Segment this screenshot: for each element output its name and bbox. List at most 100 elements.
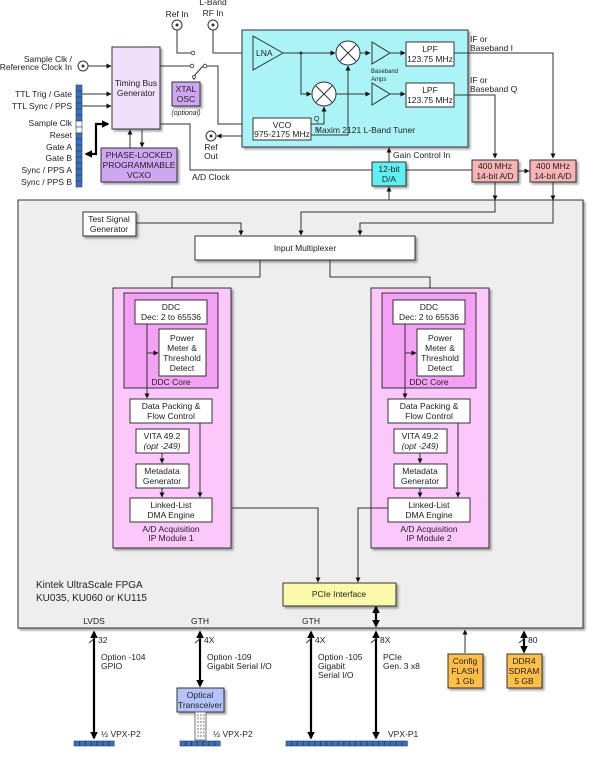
- svg-text:Config: Config: [453, 656, 478, 666]
- svg-text:14-bit A/D: 14-bit A/D: [534, 171, 571, 181]
- gate-label-gate-b: Gate B: [46, 153, 73, 163]
- connector-pin: [202, 740, 209, 747]
- connector-pin: [75, 114, 83, 122]
- svg-text:DDC Core: DDC Core: [151, 377, 190, 387]
- config-flash: Config FLASH 1 Gb: [447, 653, 484, 689]
- connector-pin: [75, 120, 83, 128]
- vpx-p1-connector[interactable]: [285, 740, 408, 747]
- connector-pin: [332, 740, 339, 747]
- svg-text:975-2175 MHz: 975-2175 MHz: [254, 129, 310, 139]
- out-i-label-line2: Baseband I: [470, 43, 513, 53]
- svg-text:Flow Control: Flow Control: [405, 411, 453, 421]
- acquisition-module-2: DDCDec: 2 to 65536PowerMeter &ThresholdD…: [370, 287, 490, 549]
- svg-text:D/A: D/A: [382, 174, 397, 184]
- svg-text:Power: Power: [170, 333, 194, 343]
- svg-text:(opt -249): (opt -249): [402, 441, 439, 451]
- timing-bus-generator: Timing Bus Generator: [111, 46, 161, 130]
- connector-pin: [314, 740, 321, 747]
- svg-text:I: I: [317, 127, 319, 134]
- lband-rf-in-connector[interactable]: L-Band RF In: [199, 0, 227, 31]
- fpga-title-line1: Kintek UltraScale FPGA: [36, 580, 143, 591]
- connector-pin: [285, 740, 292, 747]
- connector-pin: [75, 108, 83, 116]
- connector-pin: [75, 138, 83, 146]
- connector-pin: [75, 126, 83, 134]
- connector-pin: [303, 740, 310, 747]
- svg-text:Data Packing &: Data Packing &: [142, 401, 201, 411]
- fpga-block: Kintek UltraScale FPGA KU035, KU060 or K…: [17, 199, 584, 629]
- svg-text:Generator: Generator: [143, 476, 181, 486]
- connector-pin: [75, 144, 83, 152]
- connector-pin: [326, 740, 333, 747]
- connector-pin: [214, 740, 221, 747]
- svg-text:32: 32: [98, 635, 108, 645]
- connector-pin: [96, 740, 103, 747]
- connector-pin: [349, 740, 356, 747]
- adc-2: 400 MHz 14-bit A/D: [529, 159, 577, 183]
- input-multiplexer: Input Multiplexer: [194, 235, 416, 261]
- gate-label-sync-a: Sync / PPS A: [21, 165, 72, 175]
- vpx-p1-label: VPX-P1: [388, 729, 419, 739]
- svg-text:VITA 49.2: VITA 49.2: [144, 431, 181, 441]
- connector-pin: [197, 740, 204, 747]
- connector-pin: [337, 740, 344, 747]
- connector-pin: [91, 740, 98, 747]
- gth1-label: GTH: [191, 616, 209, 626]
- gate-connector-strip[interactable]: [75, 84, 83, 188]
- maxim-tuner: Maxim 2121 L-Band Tuner LNA Baseband Amp…: [241, 29, 469, 148]
- dac-12bit: 12-bit D/A: [371, 161, 407, 187]
- svg-text:Linked-List: Linked-List: [150, 500, 192, 510]
- connector-pin: [75, 180, 83, 188]
- connector-pin: [401, 740, 408, 747]
- svg-text:PROGRAMMABLE: PROGRAMMABLE: [103, 160, 176, 170]
- connector-pin: [355, 740, 362, 747]
- lpf-i: LPF 123.75 MHz: [405, 41, 455, 67]
- connector-pin: [366, 740, 373, 747]
- svg-text:Generator: Generator: [90, 224, 128, 234]
- pcie-interface: PCIe Interface: [282, 582, 397, 607]
- ref-in-connector[interactable]: Ref In: [166, 9, 189, 31]
- svg-text:Data Packing &: Data Packing &: [400, 401, 459, 411]
- connector-pin: [75, 168, 83, 176]
- svg-text:DMA Engine: DMA Engine: [405, 510, 453, 520]
- lband-label-line1: L-Band: [199, 0, 227, 7]
- vpx-p2-b-connector[interactable]: [179, 740, 221, 747]
- svg-text:Meter &: Meter &: [425, 343, 455, 353]
- fiber-ribbon-icon: [194, 711, 207, 741]
- vpx-p2-a-connector[interactable]: [73, 740, 115, 747]
- gate-label-gate-a: Gate A: [46, 142, 72, 152]
- svg-text:1 Gb: 1 Gb: [456, 676, 475, 686]
- svg-text:Dec: 2 to 65536: Dec: 2 to 65536: [399, 312, 459, 322]
- optical-transceiver: Optical Transceiver: [176, 687, 225, 713]
- sample-clk-connector[interactable]: [77, 60, 89, 72]
- svg-text:DDC: DDC: [420, 302, 438, 312]
- svg-text:123.75 MHz: 123.75 MHz: [407, 54, 453, 64]
- connector-pin: [179, 740, 186, 747]
- svg-text:SDRAM: SDRAM: [509, 666, 540, 676]
- svg-text:Q: Q: [314, 116, 320, 123]
- svg-text:Out: Out: [204, 151, 218, 161]
- ref-out-connector[interactable]: Ref Out: [204, 130, 218, 161]
- connector-pin: [384, 740, 391, 747]
- connector-pin: [291, 740, 298, 747]
- svg-text:IP Module 2: IP Module 2: [406, 533, 451, 543]
- svg-text:Dec: 2 to 65536: Dec: 2 to 65536: [141, 312, 201, 322]
- svg-text:DDC: DDC: [162, 302, 180, 312]
- gain-control-label: Gain Control In: [393, 150, 450, 160]
- svg-text:GPIO: GPIO: [101, 661, 123, 671]
- connector-pin: [75, 156, 83, 164]
- connector-pin: [343, 740, 350, 747]
- svg-text:Timing Bus: Timing Bus: [115, 78, 157, 88]
- connector-pin: [75, 90, 83, 98]
- svg-text:IP Module 1: IP Module 1: [148, 533, 193, 543]
- ref-in-label: Ref In: [166, 9, 189, 19]
- adc-1: 400 MHz 14-bit A/D: [471, 159, 519, 183]
- svg-text:DDC Core: DDC Core: [409, 377, 448, 387]
- block-diagram: Kintek UltraScale FPGA KU035, KU060 or K…: [0, 0, 584, 747]
- svg-text:Gen. 3 x8: Gen. 3 x8: [383, 661, 420, 671]
- connector-pin: [75, 96, 83, 104]
- xtal-osc: XTAL OSC (optional): [171, 81, 201, 117]
- connector-pin: [390, 740, 397, 747]
- out-q-label-line2: Baseband Q: [470, 84, 518, 94]
- svg-text:4X: 4X: [315, 635, 326, 645]
